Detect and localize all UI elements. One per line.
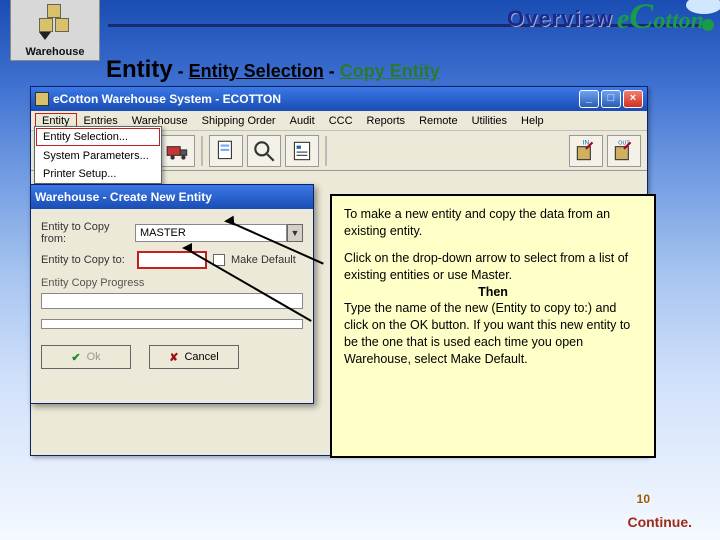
brand-c: C	[629, 0, 653, 36]
menu-printer-setup[interactable]: Printer Setup...	[35, 165, 161, 183]
toolbar-magnify-icon[interactable]	[247, 135, 281, 167]
progress-bar-2	[41, 319, 303, 329]
menu-help[interactable]: Help	[514, 113, 551, 129]
toolbar-sheet-icon[interactable]	[209, 135, 243, 167]
copy-from-input[interactable]	[135, 224, 287, 242]
warehouse-label: Warehouse	[11, 46, 99, 58]
make-default-label: Make Default	[231, 254, 296, 266]
tip-paragraph-2b: Type the name of the new (Entity to copy…	[344, 301, 630, 366]
tip-paragraph-2a: Click on the drop-down arrow to select f…	[344, 251, 628, 282]
cancel-button[interactable]: ✘ Cancel	[149, 345, 239, 369]
menu-shipping-order[interactable]: Shipping Order	[195, 113, 283, 129]
menu-system-parameters[interactable]: System Parameters...	[35, 147, 161, 165]
arrow-1-head	[224, 216, 235, 227]
progress-label: Entity Copy Progress	[41, 277, 303, 289]
overview-label: Overview	[507, 6, 613, 32]
toolbar-bale-out-icon[interactable]: OUT	[607, 135, 641, 167]
tip-paragraph-1: To make a new entity and copy the data f…	[344, 206, 642, 240]
arrow-2-head	[182, 243, 192, 253]
menu-entity-selection[interactable]: Entity Selection...	[36, 128, 160, 146]
entity-dropdown-menu: Entity Selection... System Parameters...…	[34, 126, 162, 184]
minimize-button[interactable]: _	[579, 90, 599, 108]
close-button[interactable]: ×	[623, 90, 643, 108]
warehouse-badge: Warehouse	[10, 0, 100, 61]
tip-then: Then	[344, 284, 642, 301]
app-title: eCotton Warehouse System - ECOTTON	[53, 92, 281, 106]
app-icon	[35, 92, 49, 106]
page-number: 10	[637, 492, 650, 506]
brand-e: e	[617, 4, 629, 35]
menu-reports[interactable]: Reports	[360, 113, 413, 129]
breadcrumb-p2: Entity Selection	[189, 61, 324, 81]
instruction-panel: To make a new entity and copy the data f…	[330, 194, 656, 458]
toolbar-bale-in-icon[interactable]: IN	[569, 135, 603, 167]
continue-link[interactable]: Continue.	[627, 514, 692, 530]
copy-to-label: Entity to Copy to:	[41, 254, 131, 266]
copy-from-dropdown-arrow[interactable]: ▼	[287, 224, 303, 242]
toolbar-report-icon[interactable]	[285, 135, 319, 167]
menu-ccc[interactable]: CCC	[322, 113, 360, 129]
dialog-title: Warehouse - Create New Entity	[35, 190, 212, 204]
maximize-button[interactable]: □	[601, 90, 621, 108]
x-icon: ✘	[169, 351, 178, 364]
menu-utilities[interactable]: Utilities	[465, 113, 514, 129]
brand-block: Overview eCotton	[507, 2, 704, 36]
copy-from-label: Entity to Copy from:	[41, 221, 129, 245]
dialog-titlebar: Warehouse - Create New Entity	[31, 185, 313, 209]
check-icon: ✔	[71, 351, 80, 364]
breadcrumb-p1: Entity	[106, 56, 173, 83]
menu-audit[interactable]: Audit	[283, 113, 322, 129]
brand-rest: otton	[653, 8, 704, 34]
ok-button[interactable]: ✔ Ok	[41, 345, 131, 369]
app-titlebar: eCotton Warehouse System - ECOTTON _ □ ×	[31, 87, 647, 111]
menu-remote[interactable]: Remote	[412, 113, 465, 129]
breadcrumb: Entity - Entity Selection - Copy Entity	[106, 56, 440, 84]
toolbar-truck-red-icon[interactable]	[161, 135, 195, 167]
create-entity-dialog: Warehouse - Create New Entity Entity to …	[30, 184, 314, 404]
breadcrumb-p3: Copy Entity	[340, 61, 440, 81]
progress-bar	[41, 293, 303, 309]
